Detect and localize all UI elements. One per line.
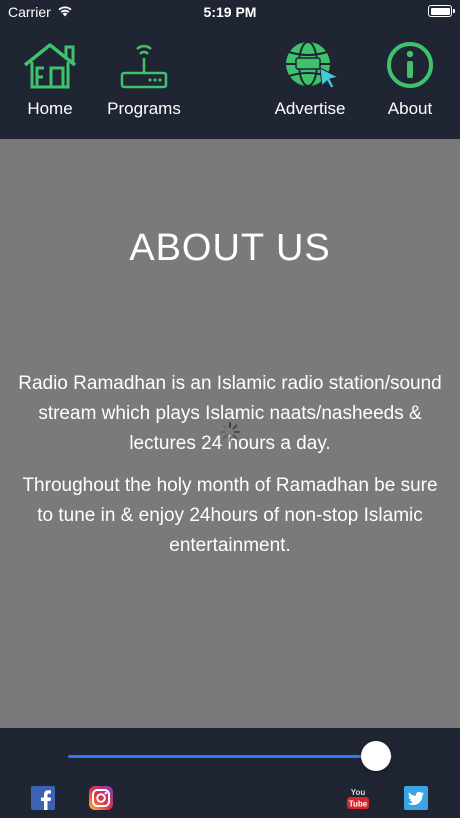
nav-home-label: Home <box>27 99 73 118</box>
home-icon <box>23 43 77 89</box>
router-icon <box>120 44 168 89</box>
battery-icon <box>428 5 455 17</box>
status-bar: Carrier 5:19 PM <box>0 0 460 26</box>
nav-programs-label: Programs <box>107 99 181 118</box>
svg-text:You: You <box>351 788 366 797</box>
nav-advertise-label: Advertise <box>274 99 346 118</box>
volume-thumb[interactable] <box>360 741 391 771</box>
about-paragraph-2: Throughout the holy month of Ramadhan be… <box>22 475 438 556</box>
nav-home-button[interactable]: Home <box>22 40 78 119</box>
top-navigation: Home Programs Advertise About <box>0 40 460 138</box>
nav-about-label: About <box>387 99 433 118</box>
nav-programs-button[interactable]: Programs <box>104 40 184 119</box>
info-icon <box>387 42 433 88</box>
volume-slider[interactable] <box>68 741 392 771</box>
about-content: ABOUT US Radio Ramadhan is an Islamic ra… <box>0 139 460 728</box>
nav-advertise-button[interactable]: Advertise <box>270 40 350 119</box>
loading-spinner-icon <box>220 422 240 442</box>
twitter-icon[interactable] <box>404 786 428 810</box>
youtube-icon[interactable]: You Tube <box>346 786 370 810</box>
nav-about-button[interactable]: About <box>382 40 438 119</box>
status-time: 5:19 PM <box>203 4 257 20</box>
instagram-icon[interactable] <box>89 786 113 810</box>
player-bar: You Tube <box>0 728 460 818</box>
facebook-icon[interactable] <box>31 786 55 810</box>
about-paragraph-1: Radio Ramadhan is an Islamic radio stati… <box>18 373 442 454</box>
svg-text:Tube: Tube <box>349 800 368 809</box>
globe-cursor-icon <box>286 41 340 89</box>
volume-track[interactable] <box>68 755 392 758</box>
page-title: ABOUT US <box>129 227 331 269</box>
